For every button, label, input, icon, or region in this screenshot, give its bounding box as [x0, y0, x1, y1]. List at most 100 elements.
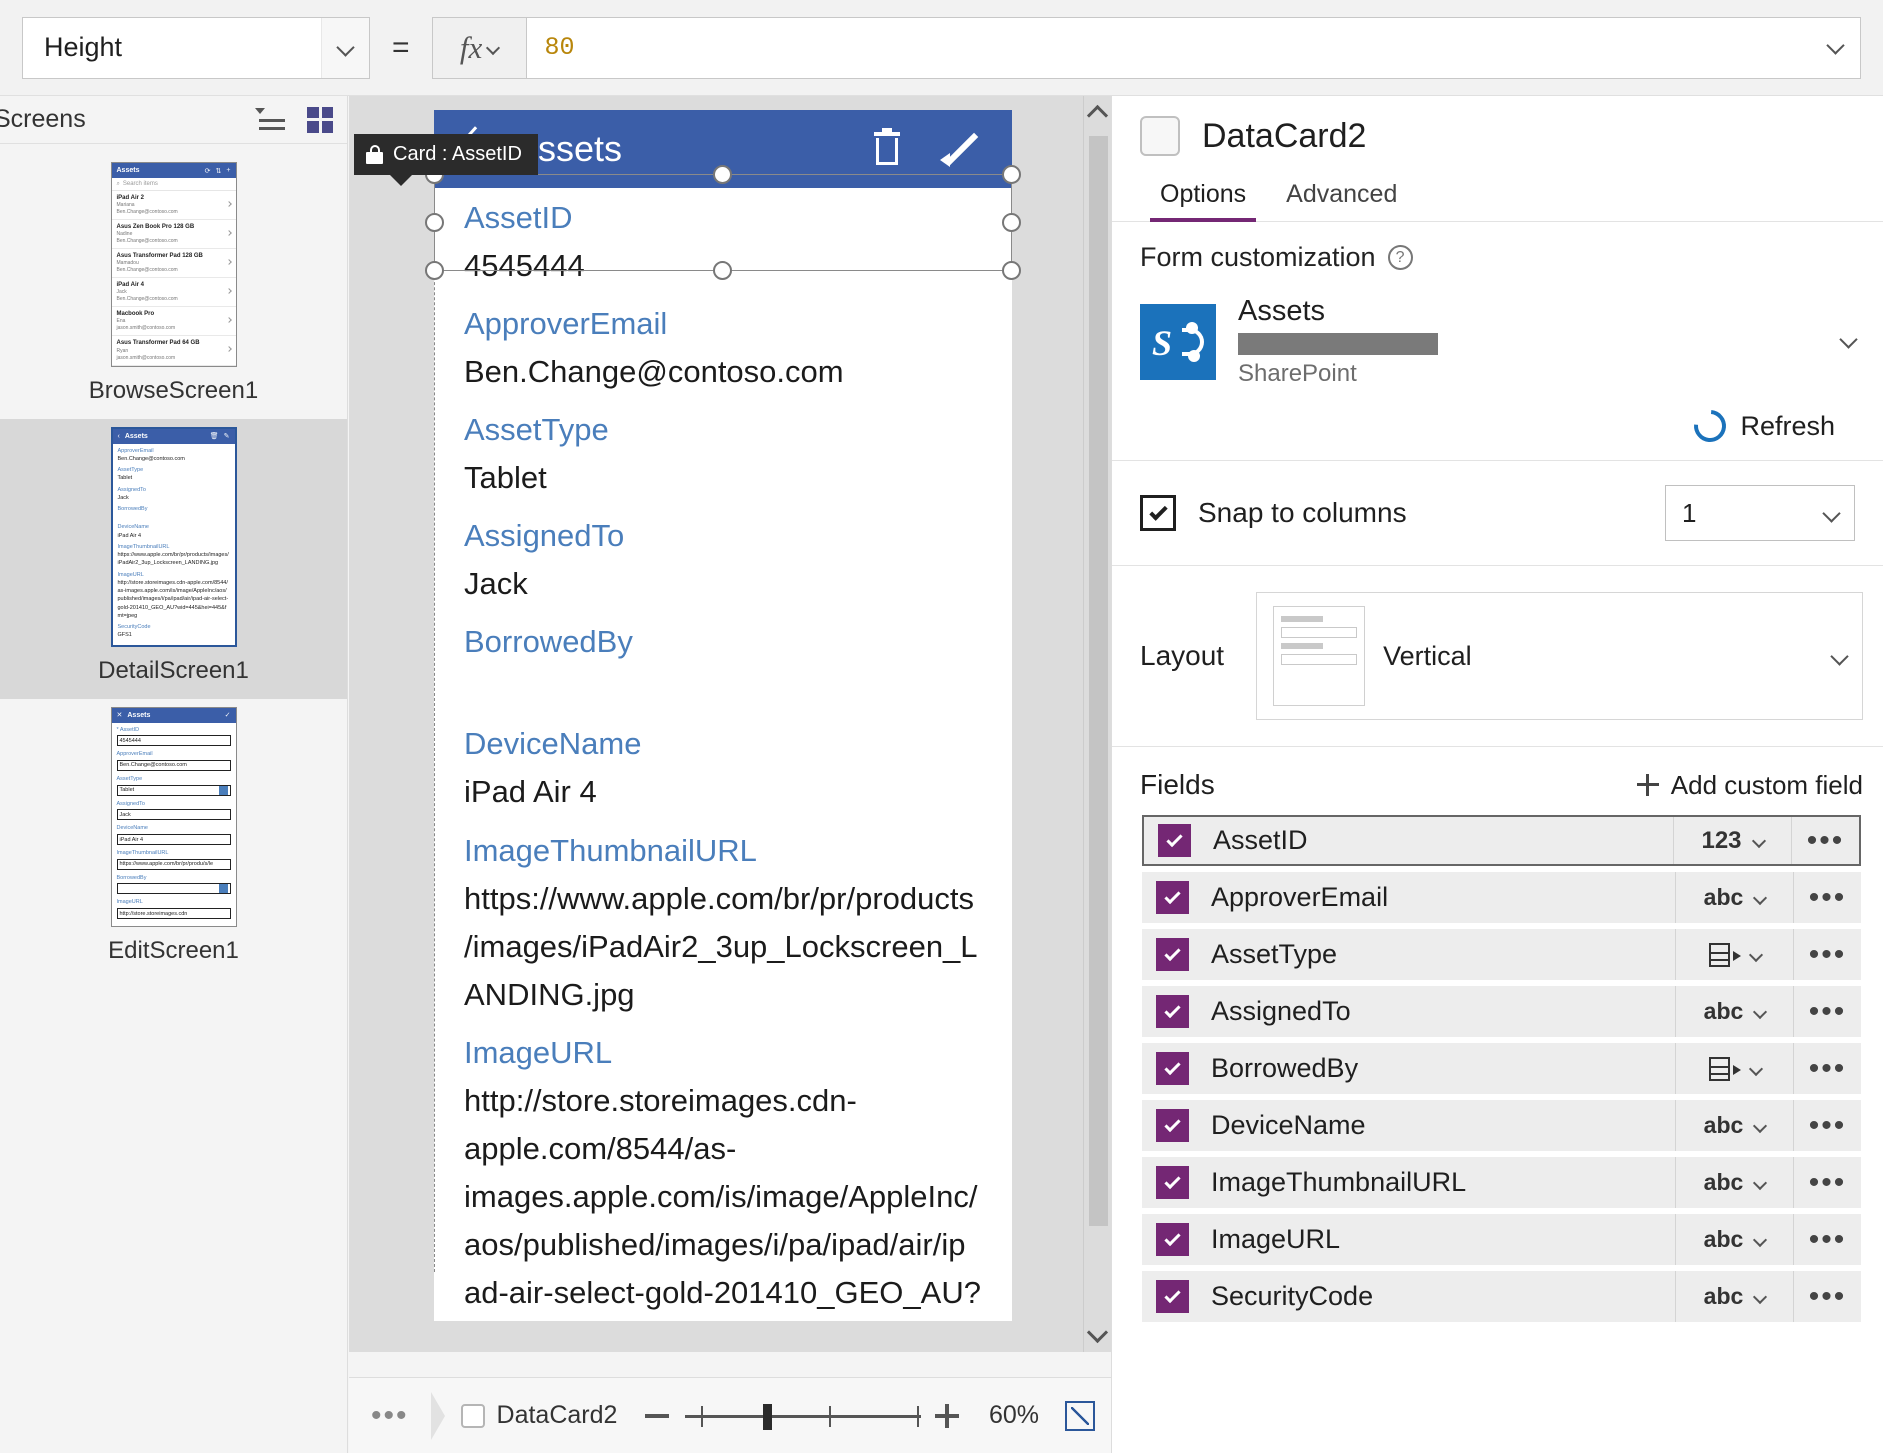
field-input[interactable]: https://www.apple.com/br/pr/produ/s/le [116, 858, 231, 870]
field-checkbox[interactable] [1156, 1166, 1189, 1199]
field-input[interactable]: http://store.storeimages.cdn [116, 908, 231, 920]
screen-thumbnail-editscreen1[interactable]: ✕ Assets ✓ * AssetID 4545444 ApproverEma… [110, 706, 237, 928]
form-field-imageurl[interactable]: ImageURL http://store.storeimages.cdn-ap… [434, 1023, 1012, 1321]
columns-select[interactable]: 1 [1665, 485, 1855, 541]
field-checkbox[interactable] [1156, 938, 1189, 971]
screen-item-browsescreen1[interactable]: Assets ⟳ ⇅ + ⌕ Search items iPad Air 2 M… [0, 154, 347, 419]
chevron-down-icon[interactable] [1839, 329, 1858, 351]
screen-item-editscreen1[interactable]: ✕ Assets ✓ * AssetID 4545444 ApproverEma… [0, 699, 347, 980]
snap-to-columns-checkbox[interactable] [1140, 495, 1176, 531]
field-more-button[interactable]: ••• [1793, 1157, 1861, 1208]
breadcrumb-selected-control[interactable]: DataCard2 [445, 1401, 634, 1430]
field-checkbox[interactable] [1156, 1109, 1189, 1142]
field-label: AssignedTo [116, 800, 145, 807]
help-icon[interactable]: ? [1387, 245, 1413, 270]
field-dropdown[interactable]: Tablet [116, 784, 231, 796]
field-row-assettype[interactable]: AssetType ••• [1142, 929, 1861, 980]
data-source-row[interactable]: S Assets SharePoint [1140, 295, 1858, 388]
field-type-select[interactable]: abc [1675, 986, 1793, 1037]
layout-select[interactable]: Vertical [1256, 592, 1863, 720]
field-row-devicename[interactable]: DeviceName abc ••• [1142, 1100, 1861, 1151]
field-type-select[interactable] [1675, 1043, 1793, 1094]
field-row-imageurl[interactable]: ImageURL abc ••• [1142, 1214, 1861, 1265]
field-more-button[interactable]: ••• [1793, 1043, 1861, 1094]
tree-view-icon[interactable] [255, 107, 285, 131]
field-checkbox[interactable] [1156, 1280, 1189, 1313]
field-checkbox[interactable] [1156, 995, 1189, 1028]
field-name: ImageURL [1211, 1224, 1341, 1254]
form-field-assettype[interactable]: AssetType Tablet [434, 400, 1012, 506]
field-more-button[interactable]: ••• [1793, 1100, 1861, 1151]
snap-to-columns-row[interactable]: Snap to columns 1 [1112, 461, 1883, 565]
field-type-select[interactable]: abc [1675, 1157, 1793, 1208]
scrollbar-thumb[interactable] [1089, 136, 1108, 1226]
field-row-imagethumbnailurl[interactable]: ImageThumbnailURL abc ••• [1142, 1157, 1861, 1208]
form-field-borrowedby[interactable]: BorrowedBy [434, 612, 1012, 714]
field-more-button[interactable]: ••• [1793, 1214, 1861, 1265]
scroll-down-button[interactable] [1084, 1318, 1111, 1352]
phone-preview[interactable]: Assets AssetID 4545444 ApproverEmail Ben… [434, 110, 1012, 1321]
form-field-assetid[interactable]: AssetID 4545444 [434, 188, 1012, 294]
add-custom-field-button[interactable]: Add custom field [1636, 770, 1863, 801]
field-input[interactable]: 4545444 [116, 735, 231, 747]
field-type-select[interactable]: abc [1675, 1271, 1793, 1322]
formula-expand-chevron-icon[interactable] [1826, 35, 1845, 57]
grid-view-icon[interactable] [307, 106, 333, 133]
fx-button[interactable]: fx [431, 16, 526, 79]
field-more-button[interactable]: ••• [1793, 872, 1861, 923]
field-row-approveremail[interactable]: ApproverEmail abc ••• [1142, 872, 1861, 923]
field-input[interactable]: Ben.Change@contoso.com [116, 759, 231, 771]
zoom-in-icon[interactable] [934, 1403, 959, 1428]
field-more-button[interactable]: ••• [1793, 1271, 1861, 1322]
canvas-scrollbar[interactable] [1083, 96, 1111, 1352]
field-input[interactable]: iPad Air 4 [116, 834, 231, 845]
app-canvas[interactable]: Assets AssetID 4545444 ApproverEmail Ben… [349, 96, 1111, 1352]
tab-options[interactable]: Options [1140, 172, 1266, 222]
field-type-select[interactable] [1675, 929, 1793, 980]
screen-thumbnail-detailscreen1[interactable]: ‹ Assets 🗑 ✎ ApproverEmail Ben.Change@co… [110, 426, 237, 647]
screen-item-detailscreen1[interactable]: ‹ Assets 🗑 ✎ ApproverEmail Ben.Change@co… [0, 418, 347, 699]
form-field-devicename[interactable]: DeviceName iPad Air 4 [434, 714, 1012, 820]
chevron-down-icon[interactable] [321, 17, 369, 78]
field-value: https://www.apple.com/br/pr/produ/s/le [119, 861, 214, 868]
zoom-out-icon[interactable] [644, 1413, 669, 1418]
property-select[interactable]: Height [22, 16, 370, 79]
close-icon: ✕ [116, 712, 123, 720]
zoom-slider[interactable] [684, 1403, 921, 1430]
field-type-select[interactable]: abc [1675, 872, 1793, 923]
field-checkbox[interactable] [1156, 881, 1189, 914]
field-row-assetid[interactable]: AssetID 123 ••• [1142, 815, 1861, 866]
field-more-button[interactable]: ••• [1791, 817, 1859, 864]
field-type-label: abc [1703, 1226, 1744, 1252]
field-input[interactable]: Jack [116, 809, 231, 821]
formula-value: 80 [544, 33, 575, 62]
control-checkbox-icon [460, 1403, 485, 1428]
scroll-up-button[interactable] [1084, 96, 1111, 130]
tab-advanced[interactable]: Advanced [1266, 172, 1417, 221]
pencil-icon[interactable] [940, 131, 980, 167]
field-type-select[interactable]: 123 [1673, 817, 1791, 864]
form-field-approveremail[interactable]: ApproverEmail Ben.Change@contoso.com [434, 294, 1012, 400]
field-checkbox[interactable] [1156, 1052, 1189, 1085]
field-type-select[interactable]: abc [1675, 1214, 1793, 1265]
field-row-securitycode[interactable]: SecurityCode abc ••• [1142, 1271, 1861, 1322]
slider-knob[interactable] [762, 1403, 772, 1430]
fit-to-screen-icon[interactable] [1065, 1400, 1095, 1431]
refresh-button[interactable]: Refresh [1140, 388, 1855, 460]
field-name: AssetType [1211, 939, 1338, 969]
formula-input[interactable]: 80 [525, 16, 1861, 79]
field-dropdown[interactable] [116, 883, 231, 895]
form-field-imagethumbnailurl[interactable]: ImageThumbnailURL https://www.apple.com/… [434, 821, 1012, 1023]
field-more-button[interactable]: ••• [1793, 986, 1861, 1037]
trash-icon[interactable] [872, 128, 902, 166]
field-value: iPad Air 4 [117, 532, 142, 539]
field-row-borrowedby[interactable]: BorrowedBy ••• [1142, 1043, 1861, 1094]
field-row-assignedto[interactable]: AssignedTo abc ••• [1142, 986, 1861, 1037]
form-field-assignedto[interactable]: AssignedTo Jack [434, 506, 1012, 612]
field-type-select[interactable]: abc [1675, 1100, 1793, 1151]
field-checkbox[interactable] [1156, 1223, 1189, 1256]
field-more-button[interactable]: ••• [1793, 929, 1861, 980]
screen-thumbnail-browsescreen1[interactable]: Assets ⟳ ⇅ + ⌕ Search items iPad Air 2 M… [110, 162, 237, 367]
field-checkbox[interactable] [1158, 824, 1191, 857]
breadcrumb-overflow-button[interactable]: ••• [349, 1399, 431, 1433]
